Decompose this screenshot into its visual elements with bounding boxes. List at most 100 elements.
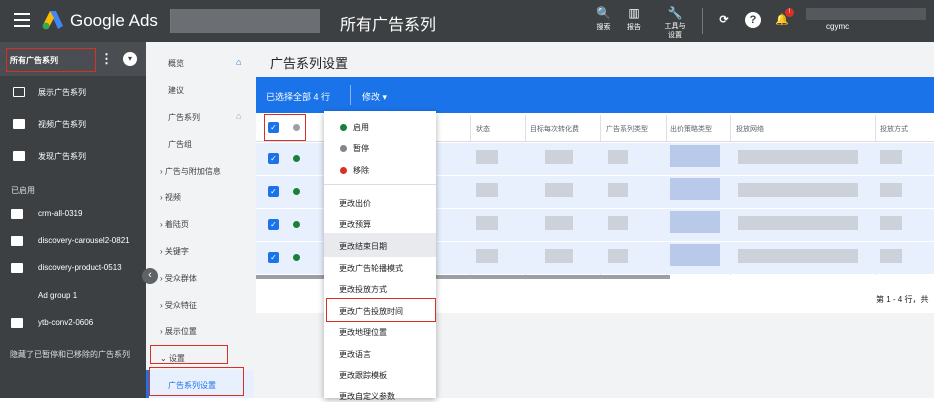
subnav-label: 广告与附加信息 [164,167,221,176]
discovery-campaign-icon [13,151,25,161]
subnav-label: 视频 [164,193,181,202]
wrench-icon: 🔧 [667,6,683,20]
blurred-cell [545,183,573,197]
blurred-cell [608,216,628,230]
sidebar-footer-note: 隐藏了已暂停和已移除的广告系列 [10,350,130,359]
sidebar-campaign-item[interactable]: ytb-conv2-0606 [0,307,146,339]
subnav-item-ads[interactable]: › 广告与附加信息 [160,166,221,177]
discovery-campaign-icon [11,236,23,246]
tools-settings-label: 工具与 设置 [664,23,686,39]
account-name[interactable]: cgymc [826,22,849,31]
subnav-item-demographics[interactable]: › 受众特征 [160,300,197,311]
refresh-icon[interactable]: ⟳ [716,12,732,28]
account-info-blurred [806,8,926,20]
account-selector[interactable] [170,9,320,33]
sidebar-item-discovery[interactable]: 发现广告系列 [0,140,146,172]
report-icon: ▥ [628,6,640,20]
menu-item-enable[interactable]: 启用 [353,122,369,133]
report-tool-button[interactable]: ▥ 报告 [627,6,641,32]
blurred-cell [880,183,902,197]
blurred-cell [476,216,498,230]
menu-item-change-tracking-template[interactable]: 更改跟踪模板 [339,370,387,381]
menu-item-change-budget[interactable]: 更改预算 [339,219,371,230]
subnav-item-landing-pages[interactable]: › 着陆页 [160,219,189,230]
subnav-item-videos[interactable]: › 视频 [160,192,181,203]
horizontal-scrollbar[interactable] [256,275,670,279]
blurred-cell [880,249,902,263]
subnav-item-placements[interactable]: › 展示位置 [160,326,197,337]
brand-name: Google Ads [70,11,158,30]
blurred-cell [738,183,858,197]
sidebar-item-label: 展示广告系列 [38,88,86,97]
edit-menu-button[interactable]: 修改 ▾ [362,90,387,103]
column-header-networks[interactable]: 投放网络 [736,124,764,134]
sidebar-item-label: 发现广告系列 [38,152,86,161]
row-checkbox[interactable]: ✓ [268,153,279,164]
column-header-campaign-type[interactable]: 广告系列类型 [606,124,648,134]
blurred-cell [670,145,720,167]
row-checkbox[interactable]: ✓ [268,219,279,230]
google-ads-logo-icon [42,11,63,30]
video-campaign-icon [11,318,23,328]
main-title: 广告系列设置 [270,56,349,71]
blurred-cell [608,183,628,197]
collapse-sidebar-icon[interactable]: ‹ [142,268,158,284]
pagination-info: 第 1 - 4 行，共 [876,295,929,304]
selection-count: 已选择全部 4 行 [266,92,331,102]
subnav-item-audiences[interactable]: › 受众群体 [160,273,197,284]
subnav-item-campaigns[interactable]: 广告系列 [168,112,200,123]
sidebar-item-display[interactable]: 展示广告系列 [0,76,146,108]
home-icon: ⌂ [236,111,242,121]
video-campaign-icon [13,119,25,129]
search-icon: 🔍 [596,6,611,20]
blurred-cell [880,150,902,164]
sidebar-item-label: crm-all-0319 [38,209,83,218]
tools-settings-button[interactable]: 🔧 工具与 设置 [660,6,690,40]
help-icon[interactable]: ? [745,12,761,28]
subnav-item-keywords[interactable]: › 关键字 [160,246,189,257]
display-campaign-icon [11,209,23,219]
subnav-item-adgroups[interactable]: 广告组 [168,139,192,150]
subnav-label: 关键字 [164,247,189,256]
status-enabled-dot [293,155,300,162]
menu-item-remove[interactable]: 移除 [353,165,369,176]
column-header-status[interactable]: 状态 [476,124,490,134]
toolbar-divider [702,8,703,34]
removed-status-icon [340,167,347,174]
more-options-icon[interactable]: ⋮ [100,51,113,67]
column-header-bid-strategy[interactable]: 出价策略类型 [670,124,712,134]
blurred-cell [670,244,720,266]
search-tool-button[interactable]: 🔍 搜索 [596,6,611,32]
blurred-cell [545,216,573,230]
menu-item-change-custom-params[interactable]: 更改自定义参数 [339,391,395,402]
menu-item-pause[interactable]: 暂停 [353,143,369,154]
chevron-down-icon[interactable]: ▾ [123,52,137,66]
row-checkbox[interactable]: ✓ [268,186,279,197]
paused-status-icon [340,145,347,152]
subnav-label: 受众特征 [164,301,197,310]
column-header-target-cpa[interactable]: 目标每次转化费 [530,124,579,134]
column-header-delivery[interactable]: 投放方式 [880,124,908,134]
blurred-cell [738,249,858,263]
hamburger-menu-icon[interactable] [14,13,30,31]
menu-item-change-ad-rotation[interactable]: 更改广告轮播模式 [339,263,403,274]
menu-item-change-end-date[interactable]: 更改结束日期 [339,241,387,252]
enabled-status-icon [340,124,347,131]
sidebar-item-label: discovery-product-0513 [38,263,122,272]
blurred-cell [545,249,573,263]
menu-item-change-bids[interactable]: 更改出价 [339,198,371,209]
sidebar-item-video[interactable]: 视频广告系列 [0,108,146,140]
highlight-box-campaign-settings [149,367,244,396]
page-title: 所有广告系列 [340,17,437,34]
notification-badge: ! [785,8,794,17]
sidebar-item-label: Ad group 1 [38,291,78,300]
blurred-cell [476,150,498,164]
menu-item-change-language[interactable]: 更改语言 [339,349,371,360]
subnav-item-overview[interactable]: 概览 [168,58,184,69]
subnav-item-recommendations[interactable]: 建议 [168,85,184,96]
menu-item-change-delivery[interactable]: 更改投放方式 [339,284,387,295]
blurred-cell [545,150,573,164]
menu-item-change-location[interactable]: 更改地理位置 [339,327,387,338]
row-checkbox[interactable]: ✓ [268,252,279,263]
blurred-cell [738,150,858,164]
